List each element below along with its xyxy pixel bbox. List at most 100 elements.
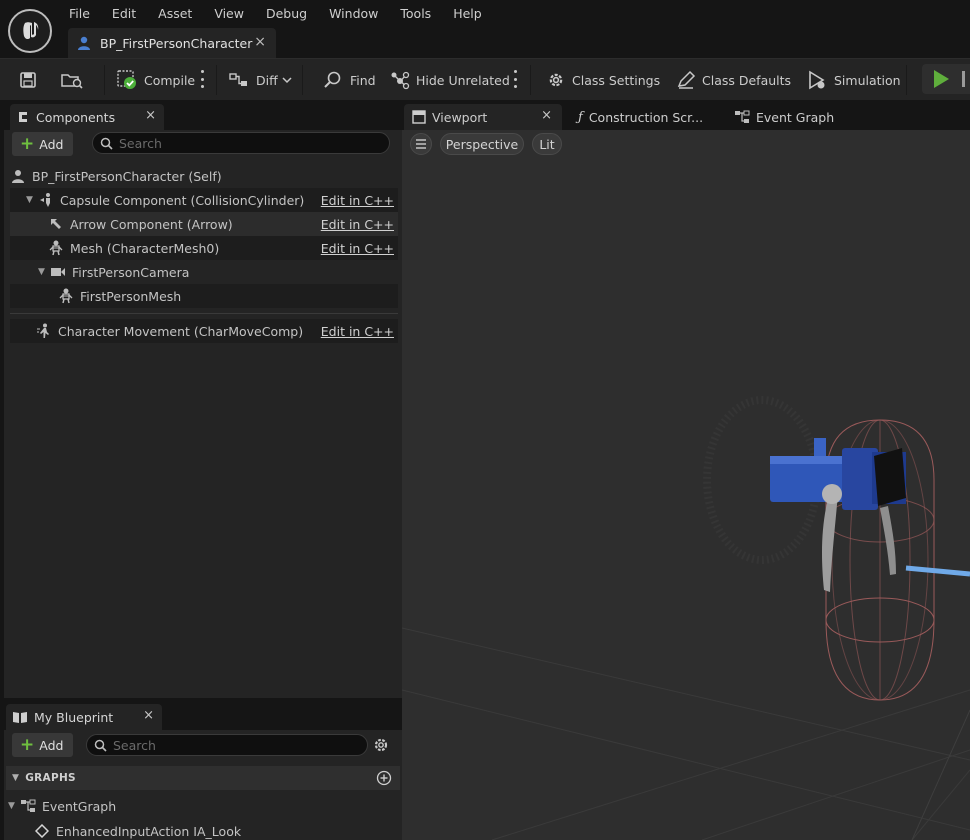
character-icon — [78, 36, 90, 50]
diff-label: Diff — [256, 72, 278, 88]
my-blueprint-tabstrip: My Blueprint × — [4, 702, 402, 730]
find-icon — [324, 71, 341, 88]
tree-item-label: FirstPersonCamera — [72, 264, 190, 280]
hamburger-menu-icon — [416, 139, 426, 149]
event-graph-icon — [20, 798, 36, 814]
class-defaults-label: Class Defaults — [702, 72, 792, 88]
tab-event-graph[interactable]: Event Graph — [726, 104, 846, 130]
menu-asset[interactable]: Asset — [147, 0, 203, 27]
add-component-button[interactable]: + Add — [12, 132, 74, 156]
edit-in-cpp-link[interactable]: Edit in C++ — [321, 324, 394, 339]
toolbar-separator — [216, 65, 217, 95]
viewport-icon — [412, 110, 426, 124]
class-settings-label: Class Settings — [572, 72, 661, 88]
menu-edit[interactable]: Edit — [101, 0, 147, 27]
find-button[interactable]: Find — [322, 67, 376, 93]
play-button[interactable] — [922, 64, 970, 94]
expand-arrow-icon[interactable]: ▼ — [38, 267, 48, 277]
my-blueprint-close-icon[interactable]: × — [143, 708, 154, 723]
compile-icon — [117, 70, 136, 89]
tree-root-label: BP_FirstPersonCharacter (Self) — [32, 168, 222, 184]
tree-item-label: FirstPersonMesh — [80, 288, 182, 304]
tree-item-first-person-mesh[interactable]: FirstPersonMesh — [10, 284, 398, 308]
simulation-button[interactable]: Simulation — [806, 67, 901, 93]
graphs-section-label: GRAPHS — [25, 772, 76, 784]
compile-button[interactable]: Compile — [116, 67, 195, 93]
menu-view[interactable]: View — [203, 0, 255, 27]
collapse-arrow-icon[interactable]: ▼ — [12, 773, 19, 783]
settings-gear-icon[interactable] — [372, 736, 390, 754]
hide-unrelated-button[interactable]: Hide Unrelated — [390, 67, 510, 93]
graphs-section-header[interactable]: ▼ GRAPHS — [6, 766, 400, 790]
toolbar-separator — [104, 65, 105, 95]
tree-item-mesh[interactable]: Mesh (CharacterMesh0) Edit in C++ — [10, 236, 398, 260]
add-graph-icon[interactable] — [376, 770, 392, 786]
menu-window[interactable]: Window — [318, 0, 389, 27]
edit-in-cpp-link[interactable]: Edit in C++ — [321, 217, 394, 232]
diff-icon — [229, 73, 247, 86]
function-icon: ƒ — [578, 109, 583, 125]
tab-construction-script-label: Construction Scr... — [588, 109, 704, 125]
diff-button[interactable]: Diff — [228, 67, 293, 93]
viewport-scene — [402, 396, 970, 840]
tree-item-input-action[interactable]: EnhancedInputAction IA_Look — [8, 819, 392, 840]
components-search[interactable] — [92, 132, 390, 154]
compile-options-icon[interactable] — [201, 70, 205, 88]
tree-item-event-graph[interactable]: ▼ EventGraph — [8, 794, 392, 818]
lit-button[interactable]: Lit — [532, 133, 562, 155]
menu-tools[interactable]: Tools — [389, 0, 442, 27]
expand-arrow-icon[interactable]: ▼ — [26, 195, 36, 205]
editor-tabstrip: Viewport × ƒ Construction Scr... Event G… — [402, 102, 970, 130]
tree-item-camera[interactable]: ▼ FirstPersonCamera — [10, 260, 398, 284]
plus-icon: + — [20, 133, 35, 154]
my-blueprint-search[interactable] — [86, 734, 368, 756]
search-icon — [94, 739, 107, 752]
hide-unrelated-label: Hide Unrelated — [416, 72, 510, 88]
components-tabstrip: Components × — [4, 102, 402, 130]
menu-debug[interactable]: Debug — [255, 0, 318, 27]
menu-help[interactable]: Help — [442, 0, 493, 27]
save-button[interactable] — [18, 67, 38, 93]
find-label: Find — [350, 72, 376, 88]
viewport-close-icon[interactable]: × — [541, 108, 552, 123]
save-icon — [20, 72, 36, 88]
tree-item-label: EventGraph — [42, 798, 117, 814]
components-panel: Components × + Add BP_FirstPersonCharact… — [4, 102, 402, 698]
edit-in-cpp-link[interactable]: Edit in C++ — [321, 193, 394, 208]
menu-file[interactable]: File — [58, 0, 101, 27]
toolbar-separator — [302, 65, 303, 95]
browse-button[interactable] — [60, 67, 84, 93]
components-close-icon[interactable]: × — [145, 108, 156, 123]
perspective-button[interactable]: Perspective — [440, 133, 524, 155]
tree-root-self[interactable]: BP_FirstPersonCharacter (Self) — [10, 164, 394, 188]
components-search-input[interactable] — [119, 135, 351, 151]
tree-item-arrow[interactable]: Arrow Component (Arrow) Edit in C++ — [10, 212, 398, 236]
simulation-label: Simulation — [834, 72, 901, 88]
tree-item-label: EnhancedInputAction IA_Look — [56, 823, 242, 839]
tab-construction-script[interactable]: ƒ Construction Scr... — [570, 104, 720, 130]
class-defaults-button[interactable]: Class Defaults — [676, 67, 791, 93]
tab-viewport[interactable]: Viewport × — [404, 104, 562, 130]
gear-icon — [549, 73, 563, 87]
expand-arrow-icon[interactable]: ▼ — [8, 801, 18, 811]
asset-tab[interactable]: BP_FirstPersonCharacter × — [68, 28, 276, 58]
components-tab[interactable]: Components × — [10, 104, 164, 130]
viewport[interactable]: Perspective Lit — [402, 130, 970, 840]
viewport-options-button[interactable] — [410, 133, 432, 155]
unreal-logo-icon[interactable] — [8, 9, 52, 53]
add-blueprint-item-button[interactable]: + Add — [12, 733, 74, 757]
compile-label: Compile — [144, 72, 196, 88]
my-blueprint-search-input[interactable] — [113, 737, 332, 753]
my-blueprint-tab[interactable]: My Blueprint × — [6, 704, 162, 730]
class-settings-button[interactable]: Class Settings — [546, 67, 660, 93]
tab-event-graph-label: Event Graph — [756, 109, 835, 125]
capsule-icon — [38, 192, 54, 208]
tree-item-label: Capsule Component (CollisionCylinder) — [60, 192, 305, 208]
components-icon — [19, 112, 27, 122]
edit-in-cpp-link[interactable]: Edit in C++ — [321, 241, 394, 256]
tree-item-capsule[interactable]: ▼ Capsule Component (CollisionCylinder) … — [10, 188, 398, 212]
hide-unrelated-options-icon[interactable] — [514, 70, 518, 88]
my-blueprint-panel: My Blueprint × + Add ▼ GRAPHS ▼ EventGra… — [4, 702, 402, 840]
asset-tab-close-icon[interactable]: × — [254, 34, 266, 50]
tree-item-character-movement[interactable]: Character Movement (CharMoveComp) Edit i… — [10, 319, 398, 343]
